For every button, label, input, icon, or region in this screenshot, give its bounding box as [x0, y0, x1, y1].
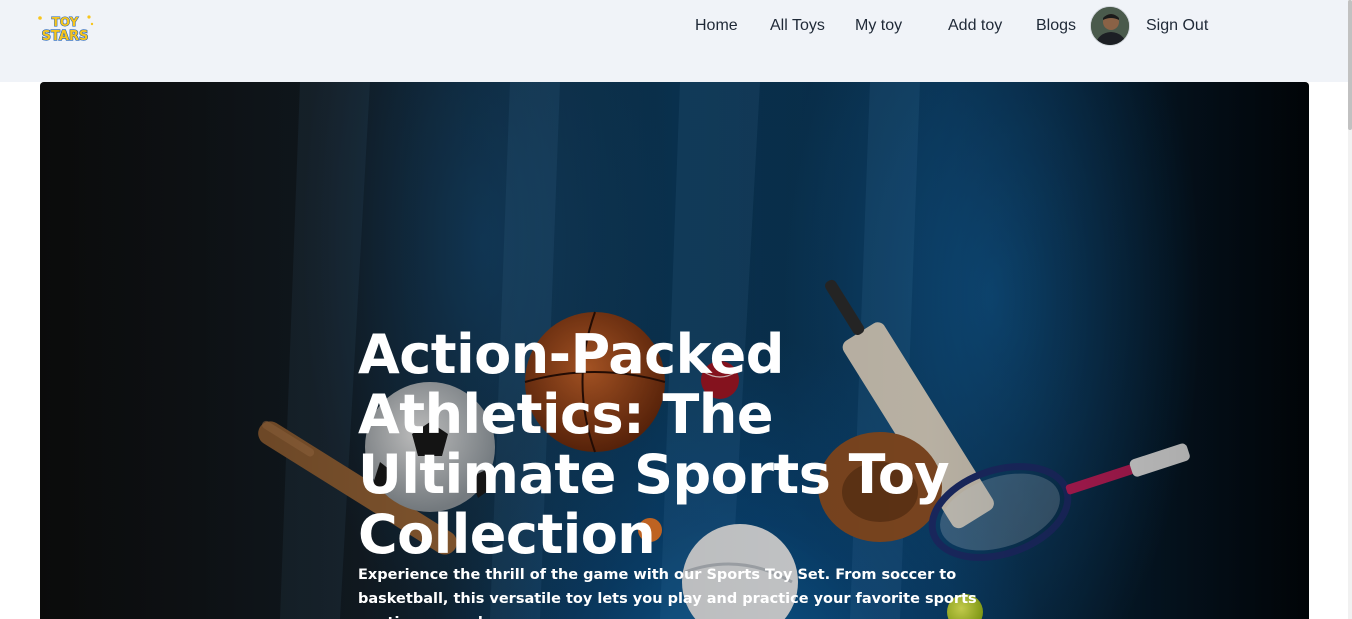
nav-blogs[interactable]: Blogs: [1036, 17, 1076, 35]
nav-my-toy[interactable]: My toy: [855, 17, 902, 35]
sign-out-link[interactable]: Sign Out: [1146, 17, 1208, 35]
hero-banner: Action-Packed Athletics: The Ultimate Sp…: [40, 82, 1309, 619]
nav-home[interactable]: Home: [695, 17, 738, 35]
navbar: TOY STARS Home All Toys My toy Add toy B…: [0, 0, 1352, 82]
hero-description: Experience the thrill of the game with o…: [358, 567, 977, 619]
page-scrollbar-thumb[interactable]: [1348, 0, 1352, 130]
nav-links: Home All Toys My toy Add toy Blogs Sign …: [0, 0, 1352, 54]
nav-add-toy[interactable]: Add toy: [948, 17, 1002, 35]
nav-all-toys[interactable]: All Toys: [770, 17, 825, 35]
hero-title: Action-Packed Athletics: The Ultimate Sp…: [358, 323, 950, 566]
user-avatar-icon[interactable]: [1090, 6, 1130, 46]
